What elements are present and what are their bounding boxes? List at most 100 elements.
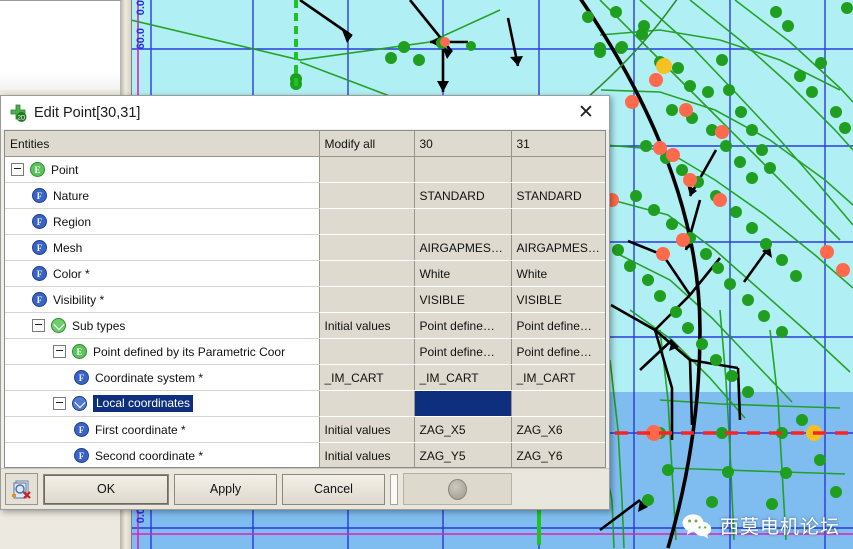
row-label-cell[interactable]: F Second coordinate * [5, 443, 319, 469]
table-row[interactable]: Local coordinates [5, 391, 606, 417]
tree-collapse-icon[interactable] [53, 345, 66, 358]
row-label-text: Second coordinate * [95, 449, 203, 463]
cell-value-31[interactable]: AIRGAPMES… [511, 235, 606, 261]
cell-value-31[interactable]: _IM_CART [511, 365, 606, 391]
screen: 0.0 60.0 0.0 西莫电机论坛 2D [0, 0, 853, 549]
left-top-panel [0, 0, 121, 92]
cell-value-31[interactable]: STANDARD [511, 183, 606, 209]
cell-value-30[interactable]: STANDARD [414, 183, 511, 209]
column-header-31[interactable]: 31 [511, 131, 606, 157]
cell-modify-all[interactable] [319, 235, 414, 261]
row-label-text: Region [53, 215, 91, 229]
row-label-text: Color * [53, 267, 90, 281]
cell-value-30[interactable]: ZAG_X5 [414, 417, 511, 443]
cell-value-31[interactable]: White [511, 261, 606, 287]
table-row[interactable]: F Color * WhiteWhite [5, 261, 606, 287]
cell-value-30[interactable]: Point define… [414, 313, 511, 339]
table-row[interactable]: F Visibility * VISIBLEVISIBLE [5, 287, 606, 313]
cell-value-31[interactable] [511, 391, 606, 417]
properties-table-container[interactable]: Entities Modify all 30 31 EPointFNature S… [4, 130, 606, 468]
cell-value-31[interactable]: ZAG_Y6 [511, 443, 606, 469]
entity-green-e-icon: E [30, 162, 45, 177]
edit-point-dialog[interactable]: 2D Edit Point[30,31] ✕ Entities Modify a… [0, 95, 610, 510]
field-blue-f-icon: F [74, 370, 89, 385]
row-label-cell[interactable]: FCoordinate system * [5, 365, 319, 391]
row-label-cell[interactable]: F Region [5, 209, 319, 235]
cell-modify-all[interactable]: _IM_CART [319, 365, 414, 391]
row-label-text: Sub types [72, 319, 125, 333]
table-row[interactable]: F Region [5, 209, 606, 235]
field-blue-f-icon: F [32, 214, 47, 229]
cell-modify-all[interactable] [319, 183, 414, 209]
cell-value-30[interactable]: Point define… [414, 339, 511, 365]
row-label-text: First coordinate * [95, 423, 186, 437]
field-blue-f-icon: F [74, 448, 89, 463]
cell-modify-all[interactable] [319, 339, 414, 365]
table-row[interactable]: FNature STANDARDSTANDARD [5, 183, 606, 209]
row-label-text: Local coordinates [93, 395, 193, 412]
table-row[interactable]: Sub typesInitial valuesPoint define…Poin… [5, 313, 606, 339]
cell-modify-all[interactable] [319, 209, 414, 235]
tree-collapse-icon[interactable] [53, 397, 66, 410]
row-label-cell[interactable]: EPoint [5, 157, 319, 183]
dialog-footer: OK Apply Cancel [1, 468, 609, 509]
cell-modify-all[interactable] [319, 261, 414, 287]
clipboard-delete-icon[interactable] [5, 473, 38, 505]
subtype-green-chevron-icon [51, 318, 66, 333]
column-header-30[interactable]: 30 [414, 131, 511, 157]
cell-value-31[interactable]: VISIBLE [511, 287, 606, 313]
cell-value-31[interactable] [511, 157, 606, 183]
extra-button-area [403, 473, 512, 505]
cell-value-31[interactable]: Point define… [511, 313, 606, 339]
cell-modify-all[interactable]: Initial values [319, 313, 414, 339]
cell-value-30[interactable] [414, 157, 511, 183]
circle-button-icon[interactable] [448, 479, 467, 500]
dialog-titlebar[interactable]: 2D Edit Point[30,31] ✕ [1, 96, 609, 129]
table-row[interactable]: F Second coordinate * Initial valuesZAG_Y5… [5, 443, 606, 469]
ok-button[interactable]: OK [43, 474, 169, 505]
row-label-cell[interactable]: E Point defined by its Parametric Coor [5, 339, 319, 365]
close-icon[interactable]: ✕ [567, 98, 605, 128]
row-label-cell[interactable]: F Visibility * [5, 287, 319, 313]
row-label-cell[interactable]: F Color * [5, 261, 319, 287]
cell-value-30[interactable] [414, 391, 511, 417]
cell-value-30[interactable]: ZAG_Y5 [414, 443, 511, 469]
cell-modify-all[interactable]: Initial values [319, 443, 414, 469]
cell-value-31[interactable]: ZAG_X6 [511, 417, 606, 443]
tree-collapse-icon[interactable] [11, 163, 24, 176]
field-blue-f-icon: F [32, 292, 47, 307]
table-row[interactable]: FCoordinate system *_IM_CART_IM_CART_IM_… [5, 365, 606, 391]
point-2d-icon: 2D [9, 104, 27, 122]
cell-modify-all[interactable] [319, 391, 414, 417]
row-label-cell[interactable]: FMesh [5, 235, 319, 261]
cell-value-30[interactable]: White [414, 261, 511, 287]
column-header-entities[interactable]: Entities [5, 131, 319, 157]
row-label-text: Point defined by its Parametric Coor [93, 345, 285, 359]
cell-value-30[interactable]: VISIBLE [414, 287, 511, 313]
cell-modify-all[interactable]: Initial values [319, 417, 414, 443]
cell-value-31[interactable]: Point define… [511, 339, 606, 365]
row-label-cell[interactable]: Sub types [5, 313, 319, 339]
table-row[interactable]: FFirst coordinate *Initial valuesZAG_X5Z… [5, 417, 606, 443]
cell-value-30[interactable]: AIRGAPMES… [414, 235, 511, 261]
field-blue-f-icon: F [32, 266, 47, 281]
cancel-button[interactable]: Cancel [282, 474, 385, 505]
cell-modify-all[interactable] [319, 287, 414, 313]
cell-value-31[interactable] [511, 209, 606, 235]
entity-green-e-icon: E [72, 344, 87, 359]
apply-button[interactable]: Apply [174, 474, 277, 505]
column-header-modify-all[interactable]: Modify all [319, 131, 414, 157]
row-label-cell[interactable]: FNature [5, 183, 319, 209]
cell-value-30[interactable]: _IM_CART [414, 365, 511, 391]
table-row[interactable]: EPoint [5, 157, 606, 183]
footer-scrollbar[interactable] [390, 474, 398, 505]
row-label-cell[interactable]: FFirst coordinate * [5, 417, 319, 443]
field-blue-f-icon: F [32, 240, 47, 255]
table-row[interactable]: FMesh AIRGAPMES…AIRGAPMES… [5, 235, 606, 261]
row-label-cell[interactable]: Local coordinates [5, 391, 319, 417]
tree-collapse-icon[interactable] [32, 319, 45, 332]
table-row[interactable]: E Point defined by its Parametric Coor Poi… [5, 339, 606, 365]
cell-modify-all[interactable] [319, 157, 414, 183]
row-label-text: Visibility * [53, 293, 104, 307]
cell-value-30[interactable] [414, 209, 511, 235]
